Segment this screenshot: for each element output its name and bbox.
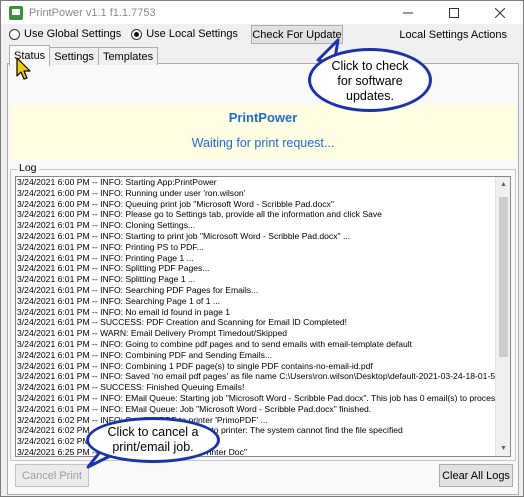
printpower-app-icon (9, 5, 23, 20)
clear-all-logs-button[interactable]: Clear All Logs (439, 464, 513, 487)
scroll-down-icon[interactable]: ▼ (496, 441, 510, 456)
scroll-up-icon[interactable]: ▲ (496, 177, 510, 192)
log-entry: 3/24/2021 6:01 PM -- INFO: Searching PDF… (17, 284, 259, 295)
maximize-button[interactable] (431, 1, 477, 24)
local-settings-radio[interactable]: Use Local Settings (131, 28, 238, 40)
log-entry: 3/24/2021 6:00 PM -- INFO: Queuing print… (17, 198, 334, 209)
log-entry: 3/24/2021 6:01 PM -- INFO: Combining 1 P… (17, 360, 373, 371)
minimize-button[interactable] (385, 1, 431, 24)
log-entry: 3/24/2021 6:01 PM -- INFO: Saved 'no ema… (17, 371, 511, 382)
log-scrollbar[interactable]: ▲ ▼ (495, 177, 510, 456)
log-entry: 3/24/2021 6:01 PM -- INFO: EMail Queue: … (17, 392, 502, 403)
log-entry: 3/24/2021 6:01 PM -- INFO: Printing Page… (17, 252, 194, 263)
window-controls (385, 1, 523, 24)
status-banner: PrintPower Waiting for print request... (11, 104, 515, 160)
log-entry: 3/24/2021 6:00 PM -- INFO: Running under… (17, 187, 246, 198)
log-entry: 3/24/2021 6:01 PM -- INFO: Going to comb… (17, 338, 413, 349)
log-listbox[interactable]: 3/24/2021 6:00 PM -- INFO: Starting App:… (15, 176, 511, 457)
log-entry: 3/24/2021 6:01 PM -- INFO: Combining PDF… (17, 349, 273, 360)
local-settings-actions-label: Local Settings Actions (399, 28, 507, 41)
tab-settings-label: Settings (54, 50, 94, 63)
radio-checked-icon (131, 28, 143, 40)
tab-templates[interactable]: Templates (97, 47, 159, 65)
local-settings-label: Use Local Settings (146, 28, 238, 40)
tab-templates-label: Templates (102, 50, 154, 63)
global-settings-label: Use Global Settings (24, 28, 122, 40)
log-group: Log 3/24/2021 6:00 PM -- INFO: Starting … (10, 162, 516, 461)
update-callout: Click to check for software updates. (308, 48, 432, 112)
cancel-callout: Click to cancel a print/email job. (86, 417, 220, 463)
log-entry: 3/24/2021 6:01 PM -- INFO: Printing PS t… (17, 241, 204, 252)
log-entry: 3/24/2021 6:01 PM -- WARN: Email Deliver… (17, 328, 288, 339)
maximize-icon (449, 7, 459, 18)
cancel-print-button[interactable]: Cancel Print (15, 464, 89, 487)
local-settings-actions-menu[interactable]: Local Settings Actions (399, 25, 507, 44)
log-entry: 3/24/2021 6:01 PM -- INFO: Starting to p… (17, 230, 351, 241)
cancel-print-label: Cancel Print (22, 469, 82, 482)
print-status-text: Waiting for print request... (191, 136, 335, 150)
log-entry: 3/24/2021 6:01 PM -- INFO: EMail Queue: … (17, 403, 372, 414)
log-entry: 3/24/2021 6:00 PM -- INFO: Please go to … (17, 209, 382, 220)
log-legend: Log (17, 162, 39, 174)
log-entry: 3/24/2021 6:00 PM -- INFO: Starting App:… (17, 177, 217, 187)
log-entry: 3/24/2021 6:02 PM -- INFO: Sending PDF t… (17, 414, 268, 425)
global-settings-radio[interactable]: Use Global Settings (9, 28, 121, 40)
minimize-icon (403, 12, 413, 13)
scrollbar-thumb[interactable] (499, 197, 508, 357)
window-title: PrintPower v1.1 f1.1.7753 (29, 6, 156, 19)
log-entry: 3/24/2021 6:01 PM -- INFO: Splitting Pag… (17, 274, 196, 285)
tab-settings[interactable]: Settings (49, 47, 99, 65)
cancel-callout-text: Click to cancel a print/email job. (107, 425, 199, 454)
log-entry: 3/24/2021 6:01 PM -- INFO: Cloning Setti… (17, 220, 196, 231)
log-entry: 3/24/2021 6:01 PM -- SUCCESS: PDF Creati… (17, 317, 348, 328)
radio-unchecked-icon (9, 28, 20, 40)
mouse-pointer-icon (16, 57, 31, 80)
clear-all-logs-label: Clear All Logs (442, 469, 510, 482)
log-entry: 3/24/2021 6:01 PM -- INFO: No email id f… (17, 306, 231, 317)
log-entry: 3/24/2021 6:01 PM -- SUCCESS: Finished Q… (17, 382, 245, 393)
title-bar: PrintPower v1.1 f1.1.7753 (1, 1, 523, 24)
log-lines: 3/24/2021 6:00 PM -- INFO: Starting App:… (16, 177, 511, 456)
update-callout-text: Click to check for software updates. (331, 59, 409, 103)
app-window: PrintPower v1.1 f1.1.7753 Use Global Set… (0, 0, 524, 497)
log-entry: 3/24/2021 6:01 PM -- INFO: Splitting PDF… (17, 263, 210, 274)
close-button[interactable] (477, 1, 523, 24)
log-entry: 3/24/2021 6:01 PM -- INFO: Searching Pag… (17, 295, 221, 306)
close-icon (495, 7, 505, 18)
banner-title: PrintPower (228, 110, 298, 125)
